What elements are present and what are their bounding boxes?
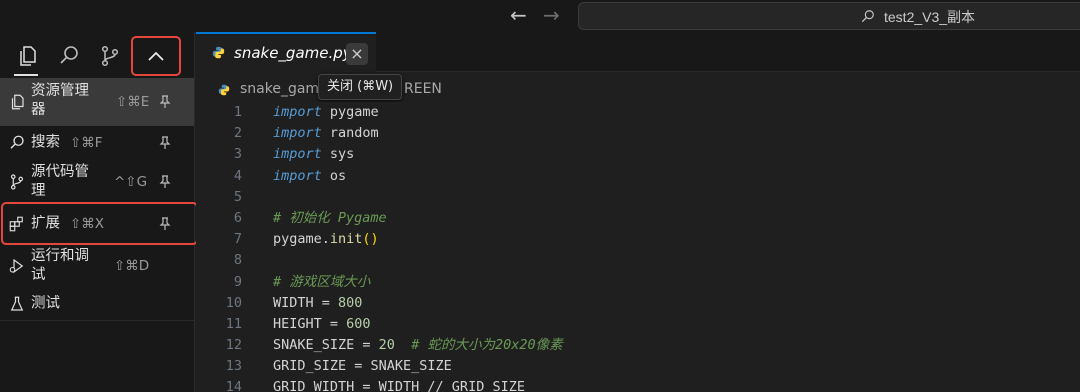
- line-number: 8: [233, 252, 242, 269]
- code-line[interactable]: 7 pygame.init(): [196, 229, 1080, 250]
- source-control-icon: [10, 174, 24, 190]
- forward-arrow-icon[interactable]: →: [543, 3, 560, 27]
- search-icon[interactable]: [57, 44, 81, 68]
- code-line[interactable]: 11 HEIGHT = 600: [196, 314, 1080, 335]
- search-icon: [10, 135, 24, 149]
- breadcrumb-symbol[interactable]: REEN: [404, 81, 442, 97]
- code-line[interactable]: 3 import sys: [196, 144, 1080, 165]
- menu-item-shortcut: ⇧⌘E: [116, 94, 150, 110]
- view-menu-list: 资源管理器 ⇧⌘E 搜索 ⇧⌘F 源代码管理 ^⇧G 扩展 ⇧⌘X 运行和调试 …: [0, 78, 194, 320]
- collapse-toggle-button[interactable]: [131, 36, 181, 76]
- editor-tab-bar: snake_game.py ×: [196, 32, 1080, 73]
- code-text: import sys: [273, 146, 355, 163]
- code-line[interactable]: 10 WIDTH = 800: [196, 293, 1080, 314]
- code-text: import random: [273, 125, 379, 142]
- code-line[interactable]: 9 # 游戏区域大小: [196, 272, 1080, 293]
- back-arrow-icon[interactable]: ←: [510, 3, 527, 27]
- code-line[interactable]: 1 import pygame: [196, 102, 1080, 123]
- source-control-icon[interactable]: [98, 44, 122, 68]
- menu-item-shortcut: ⇧⌘F: [70, 135, 103, 151]
- menu-item-shortcut: ^⇧G: [114, 174, 148, 190]
- close-icon[interactable]: ×: [346, 43, 368, 65]
- code-text: import pygame: [273, 104, 379, 120]
- extensions-highlight: [1, 202, 198, 245]
- code-line[interactable]: 4 import os: [196, 166, 1080, 187]
- chevron-up-icon: [148, 51, 164, 61]
- active-indicator: [14, 74, 38, 76]
- code-text: GRID_SIZE = SNAKE_SIZE: [273, 358, 452, 375]
- menu-item-label: 资源管理器: [31, 83, 89, 118]
- menu-item-search[interactable]: 搜索 ⇧⌘F: [0, 126, 194, 160]
- pin-icon[interactable]: [158, 136, 172, 150]
- command-center[interactable]: test2_V3_副本: [578, 2, 1080, 30]
- testing-icon: [10, 296, 24, 311]
- search-icon: [861, 10, 874, 23]
- sidebar: 资源管理器 ⇧⌘E 搜索 ⇧⌘F 源代码管理 ^⇧G 扩展 ⇧⌘X 运行和调试 …: [0, 32, 198, 392]
- files-icon: [11, 94, 24, 110]
- line-number: 14: [225, 379, 242, 392]
- tab-snake-game[interactable]: snake_game.py ×: [196, 32, 376, 73]
- menu-item-shortcut: ⇧⌘D: [114, 258, 150, 274]
- code-line[interactable]: 14 GRID_WIDTH = WIDTH // GRID_SIZE: [196, 377, 1080, 392]
- tab-label: snake_game.py: [234, 44, 352, 62]
- line-number: 9: [233, 273, 242, 290]
- code-text: import os: [273, 167, 347, 184]
- code-text: # 游戏区域大小: [273, 273, 371, 290]
- code-line[interactable]: 5: [196, 187, 1080, 208]
- breadcrumb-file[interactable]: snake_gam: [240, 81, 319, 97]
- menu-item-label: 运行和调试: [31, 248, 89, 283]
- line-number: 5: [233, 188, 242, 205]
- python-file-icon: [212, 46, 225, 59]
- code-text: HEIGHT = 600: [273, 315, 371, 332]
- pin-icon[interactable]: [158, 95, 172, 109]
- close-tooltip: 关闭 (⌘W): [318, 74, 403, 100]
- line-number: 6: [233, 209, 242, 226]
- line-number: 7: [233, 231, 242, 248]
- sidebar-divider: [0, 320, 194, 321]
- code-text: # 初始化 Pygame: [273, 209, 387, 226]
- line-number: 13: [225, 358, 242, 375]
- code-line[interactable]: 13 GRID_SIZE = SNAKE_SIZE: [196, 356, 1080, 377]
- title-bar: ← → test2_V3_副本: [0, 0, 1080, 32]
- line-number: 12: [225, 337, 242, 354]
- line-number: 3: [233, 146, 242, 163]
- code-editor[interactable]: 1 import pygame 2 import random 3 import sys 4…: [196, 102, 1080, 392]
- menu-item-label: 测试: [31, 295, 60, 312]
- line-number: 2: [233, 125, 242, 142]
- code-line[interactable]: 6 # 初始化 Pygame: [196, 208, 1080, 229]
- python-file-icon: [218, 84, 230, 96]
- files-icon[interactable]: [15, 44, 39, 68]
- code-text: pygame.init(): [273, 231, 379, 248]
- menu-item-label: 源代码管理: [31, 164, 89, 199]
- code-text: SNAKE_SIZE = 20 # 蛇的大小为20x20像素: [273, 337, 563, 354]
- code-text: GRID_WIDTH = WIDTH // GRID_SIZE: [273, 379, 525, 392]
- line-number: 4: [233, 167, 242, 184]
- code-text: WIDTH = 800: [273, 294, 363, 311]
- line-number: 11: [225, 315, 242, 332]
- command-center-text: test2_V3_副本: [884, 9, 976, 25]
- menu-item-explorer[interactable]: 资源管理器 ⇧⌘E: [0, 78, 194, 126]
- menu-item-run-debug[interactable]: 运行和调试 ⇧⌘D: [0, 244, 194, 288]
- menu-item-testing[interactable]: 测试: [0, 288, 194, 320]
- code-line[interactable]: 8: [196, 250, 1080, 271]
- menu-item-source-control[interactable]: 源代码管理 ^⇧G: [0, 160, 194, 204]
- line-number: 10: [225, 294, 242, 311]
- run-debug-icon: [9, 258, 24, 274]
- code-line[interactable]: 2 import random: [196, 123, 1080, 144]
- code-line[interactable]: 12 SNAKE_SIZE = 20 # 蛇的大小为20x20像素: [196, 335, 1080, 356]
- pin-icon[interactable]: [158, 175, 172, 189]
- line-number: 1: [233, 104, 242, 120]
